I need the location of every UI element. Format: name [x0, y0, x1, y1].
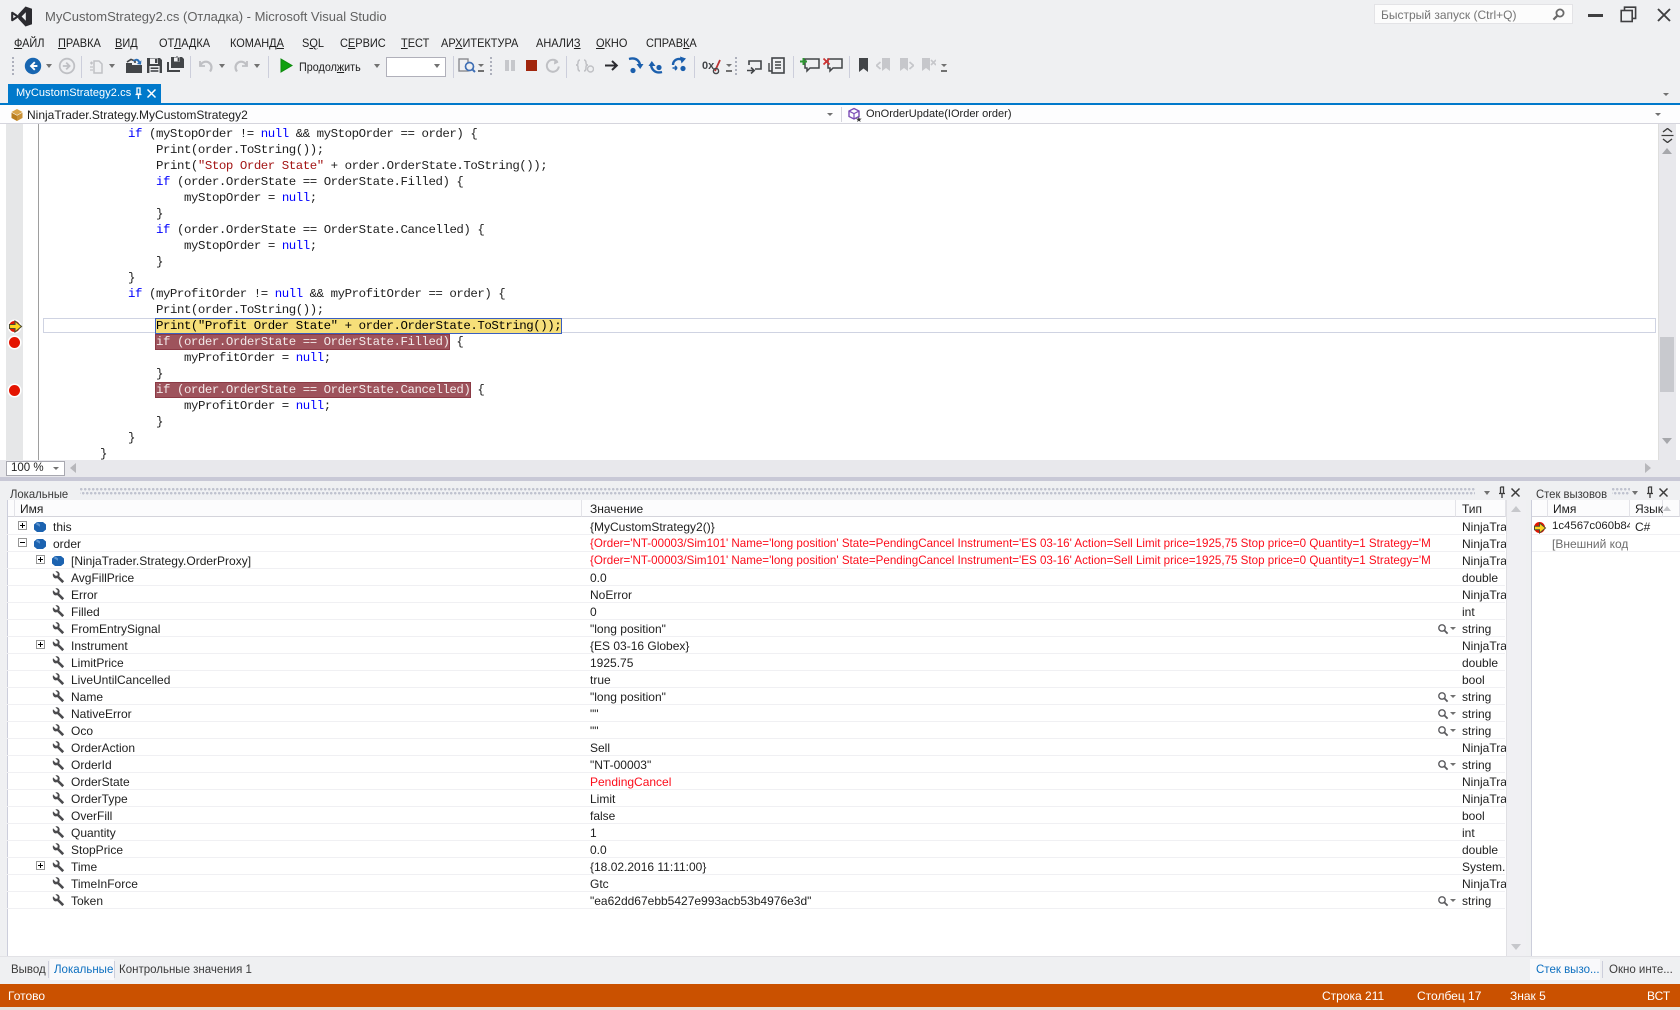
svg-text:★: ★ — [856, 115, 863, 122]
